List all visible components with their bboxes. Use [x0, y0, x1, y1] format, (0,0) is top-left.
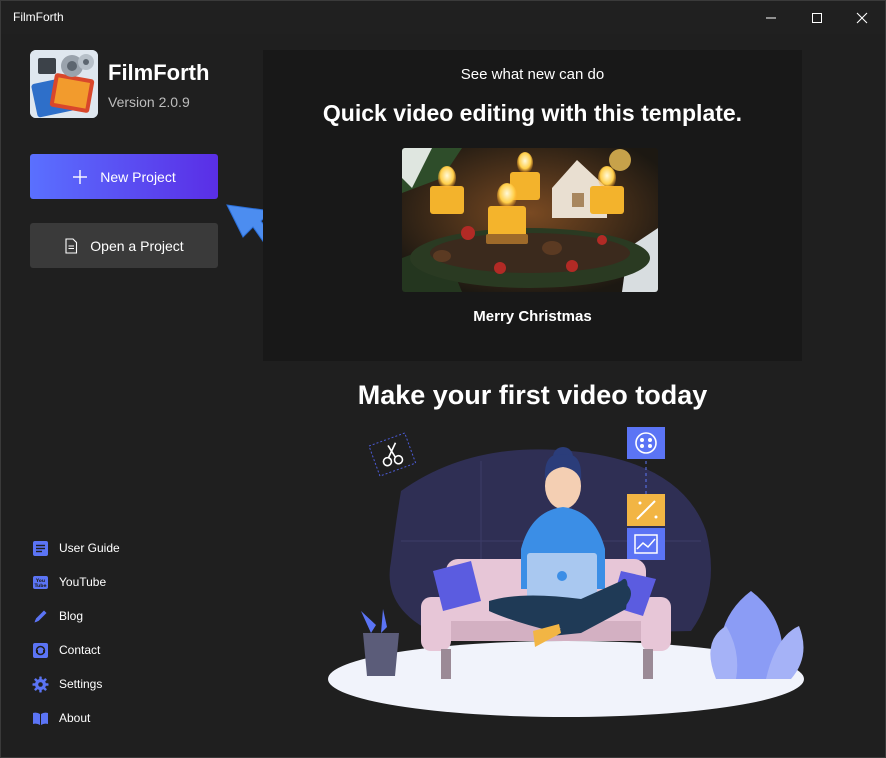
sidebar-link-blog[interactable]: Blog [32, 606, 152, 626]
app-window: FilmForth FilmForth Version 2.0.9 New Pr… [0, 0, 886, 758]
plus-icon [73, 169, 88, 184]
sidebar-link-settings[interactable]: Settings [32, 674, 152, 694]
sidebar-link-label: Contact [59, 643, 101, 657]
sidebar-link-youtube[interactable]: You Tube YouTube [32, 572, 152, 592]
book-icon [33, 712, 48, 725]
maximize-icon [812, 12, 822, 23]
title-bar[interactable]: FilmForth [1, 1, 885, 34]
app-logo [30, 50, 98, 118]
gear-icon [32, 676, 49, 692]
new-project-button[interactable]: New Project [30, 154, 218, 199]
sidebar-link-label: Blog [59, 609, 84, 623]
open-project-label: Open a Project [90, 237, 184, 254]
welcome-illustration [328, 427, 804, 717]
make-video-headline: Make your first video today [357, 380, 708, 410]
app-name: FilmForth [108, 60, 210, 85]
blog-pencil-icon [34, 610, 47, 622]
new-project-label: New Project [100, 168, 176, 185]
sidebar-link-about[interactable]: About [32, 708, 152, 728]
svg-text:Tube: Tube [34, 583, 46, 589]
template-headline: Quick video editing with this template. [322, 100, 743, 126]
window-title: FilmForth [13, 10, 64, 24]
template-panel: See what new can do Quick video editing … [263, 50, 802, 361]
sidebar-link-contact[interactable]: Contact [32, 640, 152, 660]
minimize-button[interactable] [748, 1, 794, 34]
user-guide-icon [33, 540, 48, 556]
minimize-icon [766, 17, 776, 18]
document-icon [65, 237, 78, 254]
sidebar-link-label: YouTube [59, 575, 107, 589]
contact-icon [33, 642, 48, 658]
template-subtitle: See what new can do [460, 66, 605, 83]
template-thumbnail[interactable] [402, 148, 658, 292]
sidebar-link-label: Settings [59, 677, 103, 691]
open-project-button[interactable]: Open a Project [30, 223, 218, 268]
sidebar-link-label: About [59, 711, 91, 725]
youtube-icon: You Tube [33, 575, 48, 589]
christmas-candles-image [402, 148, 658, 292]
film-reel-icon [627, 427, 665, 459]
sidebar-link-user-guide[interactable]: User Guide [32, 538, 152, 558]
image-edit-icon [627, 528, 665, 560]
scissors-icon [368, 432, 417, 477]
close-icon [856, 12, 868, 23]
maximize-button[interactable] [794, 1, 840, 34]
close-button[interactable] [839, 1, 885, 34]
template-caption: Merry Christmas [473, 308, 592, 325]
sidebar-link-label: User Guide [59, 541, 120, 555]
app-version: Version 2.0.9 [108, 94, 190, 110]
